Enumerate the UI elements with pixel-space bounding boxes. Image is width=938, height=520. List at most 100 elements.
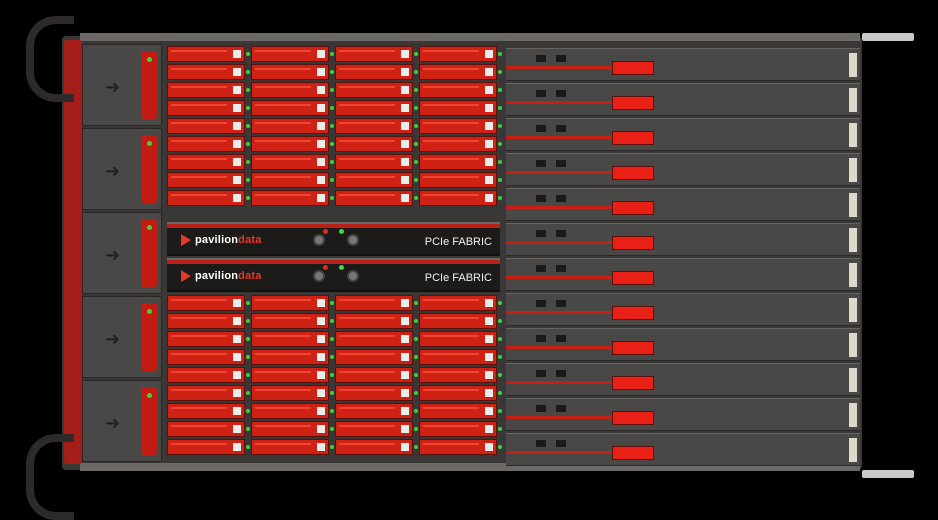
sled-latch[interactable] xyxy=(612,446,654,460)
drive-bay[interactable] xyxy=(251,190,329,206)
io-sled[interactable] xyxy=(506,48,860,81)
drive-bay[interactable] xyxy=(167,295,245,311)
drive-bay[interactable] xyxy=(251,439,329,455)
power-supply-2[interactable]: ➜ xyxy=(82,128,162,210)
drive-bay[interactable] xyxy=(335,313,413,329)
drive-bay[interactable] xyxy=(251,46,329,62)
drive-bay[interactable] xyxy=(419,313,497,329)
sled-latch[interactable] xyxy=(612,131,654,145)
drive-bay[interactable] xyxy=(335,118,413,134)
sled-latch[interactable] xyxy=(612,411,654,425)
sled-latch[interactable] xyxy=(612,236,654,250)
drive-bay[interactable] xyxy=(167,100,245,116)
thumbscrew-icon[interactable] xyxy=(313,234,325,246)
drive-bay[interactable] xyxy=(167,349,245,365)
drive-bay[interactable] xyxy=(335,295,413,311)
io-sled[interactable] xyxy=(506,153,860,186)
drive-bay[interactable] xyxy=(251,172,329,188)
drive-bay[interactable] xyxy=(251,136,329,152)
drive-bay[interactable] xyxy=(335,349,413,365)
power-supply-1[interactable]: ➜ xyxy=(82,44,162,126)
drive-bay[interactable] xyxy=(335,403,413,419)
drive-bay[interactable] xyxy=(251,82,329,98)
drive-bay[interactable] xyxy=(335,64,413,80)
drive-bay[interactable] xyxy=(167,136,245,152)
drive-bay[interactable] xyxy=(251,295,329,311)
drive-bay[interactable] xyxy=(167,154,245,170)
controller-2[interactable]: paviliondata PCIe FABRIC xyxy=(167,258,500,292)
drive-bay[interactable] xyxy=(167,118,245,134)
drive-bay[interactable] xyxy=(419,349,497,365)
power-supply-3[interactable]: ➜ xyxy=(82,212,162,294)
drive-bay[interactable] xyxy=(335,439,413,455)
sled-latch[interactable] xyxy=(612,376,654,390)
io-sled[interactable] xyxy=(506,83,860,116)
io-sled[interactable] xyxy=(506,188,860,221)
io-sled[interactable] xyxy=(506,293,860,326)
power-supply-5[interactable]: ➜ xyxy=(82,380,162,462)
drive-bay[interactable] xyxy=(167,64,245,80)
drive-bay[interactable] xyxy=(251,118,329,134)
thumbscrew-icon[interactable] xyxy=(313,270,325,282)
drive-bay[interactable] xyxy=(251,403,329,419)
drive-bay[interactable] xyxy=(419,421,497,437)
sled-latch[interactable] xyxy=(612,96,654,110)
drive-bay[interactable] xyxy=(419,100,497,116)
drive-bay[interactable] xyxy=(251,100,329,116)
drive-bay[interactable] xyxy=(419,403,497,419)
drive-bay[interactable] xyxy=(251,154,329,170)
drive-bay[interactable] xyxy=(419,331,497,347)
drive-bay[interactable] xyxy=(419,82,497,98)
drive-bay[interactable] xyxy=(251,421,329,437)
drive-bay[interactable] xyxy=(251,313,329,329)
drive-bay[interactable] xyxy=(335,154,413,170)
sled-latch[interactable] xyxy=(612,341,654,355)
drive-bay[interactable] xyxy=(251,367,329,383)
drive-bay[interactable] xyxy=(167,385,245,401)
io-sled[interactable] xyxy=(506,398,860,431)
drive-bay[interactable] xyxy=(335,331,413,347)
drive-bay[interactable] xyxy=(167,439,245,455)
drive-bay[interactable] xyxy=(167,367,245,383)
drive-bay[interactable] xyxy=(167,331,245,347)
drive-bay[interactable] xyxy=(419,118,497,134)
drive-bay[interactable] xyxy=(251,64,329,80)
drive-bay[interactable] xyxy=(419,385,497,401)
power-supply-4[interactable]: ➜ xyxy=(82,296,162,378)
io-sled[interactable] xyxy=(506,363,860,396)
io-sled[interactable] xyxy=(506,258,860,291)
sled-latch[interactable] xyxy=(612,306,654,320)
drive-bay[interactable] xyxy=(251,385,329,401)
drive-bay[interactable] xyxy=(419,172,497,188)
top-handle[interactable] xyxy=(26,16,74,102)
sled-latch[interactable] xyxy=(612,61,654,75)
drive-bay[interactable] xyxy=(419,439,497,455)
drive-bay[interactable] xyxy=(335,136,413,152)
drive-bay[interactable] xyxy=(167,46,245,62)
drive-bay[interactable] xyxy=(335,46,413,62)
drive-bay[interactable] xyxy=(419,64,497,80)
drive-bay[interactable] xyxy=(167,172,245,188)
drive-bay[interactable] xyxy=(335,172,413,188)
drive-bay[interactable] xyxy=(419,46,497,62)
sled-latch[interactable] xyxy=(612,271,654,285)
drive-bay[interactable] xyxy=(335,385,413,401)
controller-1[interactable]: paviliondata PCIe FABRIC xyxy=(167,222,500,256)
io-sled[interactable] xyxy=(506,433,860,466)
drive-bay[interactable] xyxy=(167,421,245,437)
drive-bay[interactable] xyxy=(419,136,497,152)
io-sled[interactable] xyxy=(506,328,860,361)
drive-bay[interactable] xyxy=(335,367,413,383)
drive-bay[interactable] xyxy=(167,403,245,419)
bottom-handle[interactable] xyxy=(26,434,74,520)
drive-bay[interactable] xyxy=(167,82,245,98)
drive-bay[interactable] xyxy=(251,349,329,365)
sled-latch[interactable] xyxy=(612,166,654,180)
drive-bay[interactable] xyxy=(419,190,497,206)
sled-latch[interactable] xyxy=(612,201,654,215)
drive-bay[interactable] xyxy=(335,100,413,116)
drive-bay[interactable] xyxy=(419,295,497,311)
drive-bay[interactable] xyxy=(167,313,245,329)
drive-bay[interactable] xyxy=(167,190,245,206)
io-sled[interactable] xyxy=(506,118,860,151)
